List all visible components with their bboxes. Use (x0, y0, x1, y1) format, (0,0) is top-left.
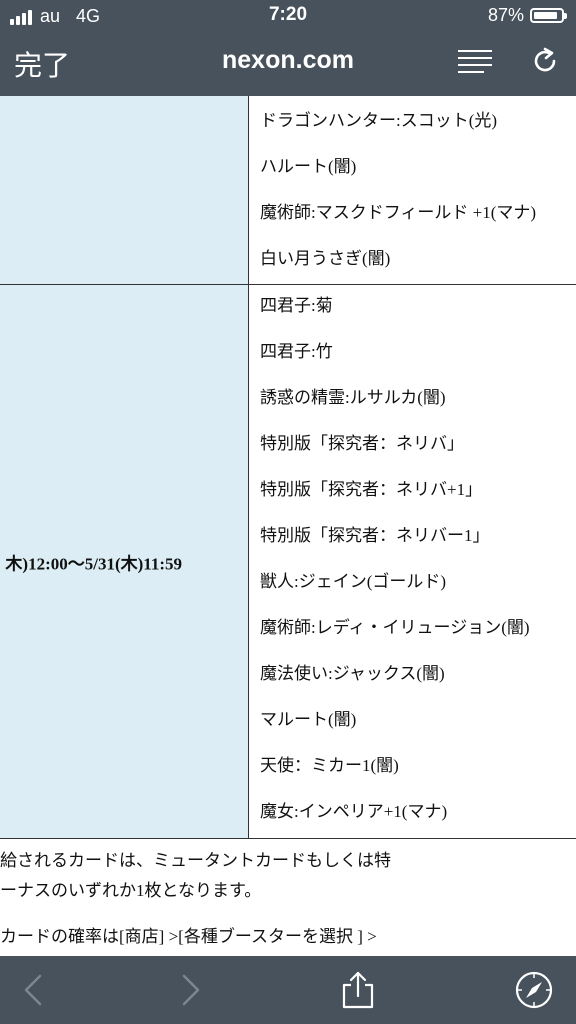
web-content[interactable]: ドラゴンハンター:スコット(光) ハルート(闇) 魔術師:マスクドフィールド +… (0, 96, 576, 956)
battery-icon (530, 8, 567, 23)
status-bar: au 4G 7:20 87% (0, 0, 576, 32)
note-text: カードの確率は[商店] >[各種ブースターを選択 ] > (0, 927, 377, 946)
note-text: ーナスのいずれか1枚となります。 (0, 881, 262, 900)
list-item: 魔術師:レディ・イリュージョン(闇) (260, 618, 530, 637)
compass-icon[interactable] (514, 970, 554, 1010)
date-cell: 木)12:00〜5/31(木)11:59 (0, 285, 249, 838)
list-item: ドラゴンハンター:スコット(光) (260, 111, 498, 130)
list-item: 獣人:ジェイン(ゴールド) (260, 572, 447, 591)
list-item: 特別版「探究者：ネリバ」 (260, 434, 464, 453)
list-item: 四君子:竹 (260, 342, 333, 361)
safari-nav-bar: 完了 nexon.com (0, 32, 576, 96)
battery-percent: 87% (487, 5, 524, 25)
list-item: ハルート(闇) (260, 157, 357, 176)
list-item: 特別版「探究者：ネリバー1」 (260, 526, 490, 545)
list-item: 天使：ミカー1(闇) (260, 756, 399, 775)
list-item: 四君子:菊 (260, 296, 333, 315)
list-item: マルート(闇) (260, 710, 357, 729)
share-icon[interactable] (338, 970, 378, 1010)
date-cell (0, 96, 249, 284)
list-item: 魔術師:マスクドフィールド +1(マナ) (260, 203, 537, 222)
reload-icon[interactable] (530, 46, 560, 76)
safari-toolbar (0, 956, 576, 1024)
list-item: 魔女:インペリア+1(マナ) (260, 802, 448, 821)
date-range: 木)12:00〜5/31(木)11:59 (5, 554, 182, 573)
reader-view-icon[interactable] (458, 50, 492, 76)
list-item: 特別版「探究者：ネリバ+1」 (260, 480, 483, 499)
note-text: 給されるカードは、ミュータントカードもしくは特 (0, 851, 391, 870)
table-row: 木)12:00〜5/31(木)11:59 四君子:菊 四君子:竹 誘惑の精霊:ル… (0, 285, 576, 839)
chevron-right-icon[interactable] (170, 970, 210, 1010)
status-right: 87% (487, 5, 567, 26)
list-item: 白い月うさぎ(闇) (260, 249, 391, 268)
list-item: 誘惑の精霊:ルサルカ(闇) (260, 388, 446, 407)
list-item: 魔法使い:ジャックス(闇) (260, 664, 445, 683)
chevron-left-icon[interactable] (14, 970, 54, 1010)
table-row: ドラゴンハンター:スコット(光) ハルート(闇) 魔術師:マスクドフィールド +… (0, 96, 576, 285)
